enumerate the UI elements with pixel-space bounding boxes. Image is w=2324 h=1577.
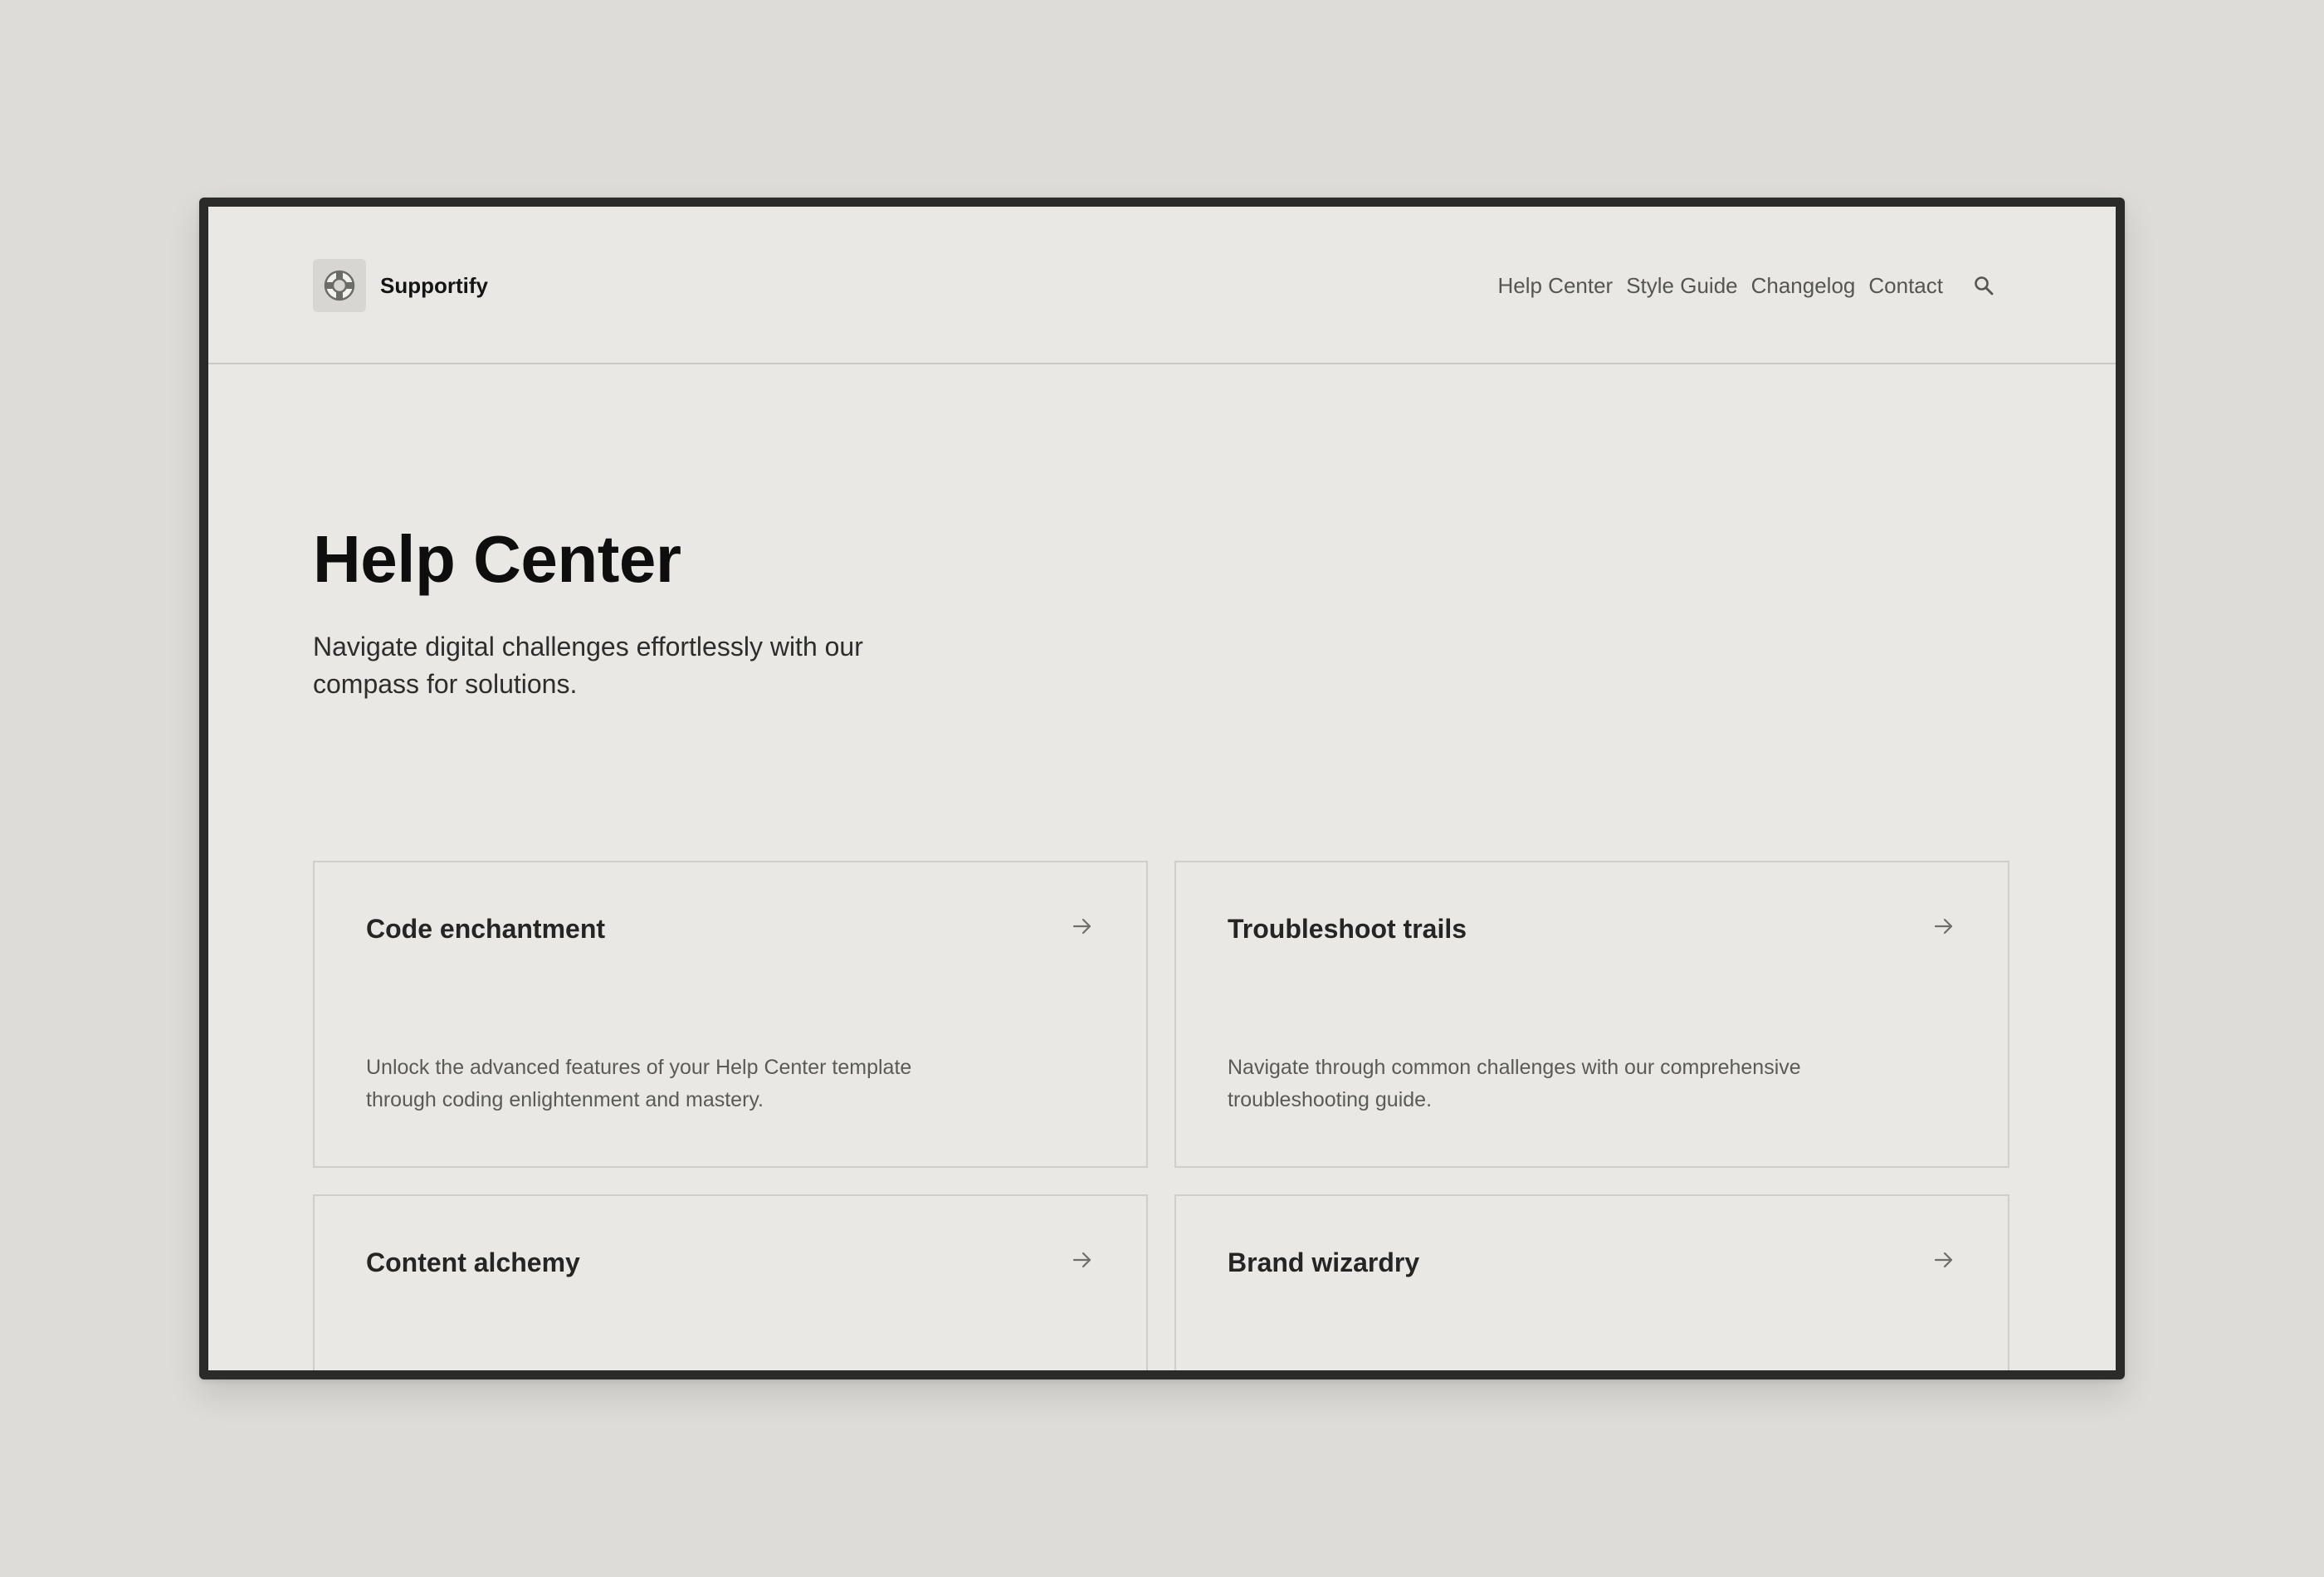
arrow-right-icon xyxy=(1934,918,1953,935)
search-icon xyxy=(1975,276,1994,295)
card-description: Navigate through common challenges with … xyxy=(1228,1056,1801,1111)
help-center-page: Supportify Help Center Style Guide Chang… xyxy=(208,207,2116,1370)
category-card-code-enchantment[interactable]: Code enchantment Unlock the advanced fea… xyxy=(313,861,1148,1168)
card-title: Troubleshoot trails xyxy=(1228,914,1467,944)
nav-link-changelog[interactable]: Changelog xyxy=(1751,271,1856,300)
browser-frame: Supportify Help Center Style Guide Chang… xyxy=(199,198,2125,1379)
category-card-troubleshoot-trails[interactable]: Troubleshoot trails Navigate through com… xyxy=(1174,861,2009,1168)
nav-link-contact[interactable]: Contact xyxy=(1868,271,1943,300)
card-description: Unlock the advanced features of your Hel… xyxy=(366,1056,912,1111)
search-button[interactable] xyxy=(1970,271,1998,300)
arrow-right-icon xyxy=(1072,1252,1091,1268)
category-card-content-alchemy[interactable]: Content alchemy xyxy=(313,1194,1148,1370)
page-subtitle: Navigate digital challenges effortlessly… xyxy=(313,632,863,699)
lifebuoy-icon xyxy=(324,270,355,301)
site-header: Supportify Help Center Style Guide Chang… xyxy=(208,207,2116,364)
nav-link-help-center[interactable]: Help Center xyxy=(1497,271,1613,300)
nav-link-style-guide[interactable]: Style Guide xyxy=(1626,271,1737,300)
card-title: Code enchantment xyxy=(366,914,606,944)
arrow-right-icon xyxy=(1072,918,1091,935)
brand-name[interactable]: Supportify xyxy=(380,271,488,300)
logo-link[interactable] xyxy=(313,259,366,312)
card-title: Content alchemy xyxy=(366,1247,580,1277)
page-title: Help Center xyxy=(313,522,681,596)
category-card-brand-wizardry[interactable]: Brand wizardry xyxy=(1174,1194,2009,1370)
card-title: Brand wizardry xyxy=(1228,1247,1420,1277)
arrow-right-icon xyxy=(1934,1252,1953,1268)
main-nav: Help Center Style Guide Changelog Contac… xyxy=(1497,271,1943,300)
